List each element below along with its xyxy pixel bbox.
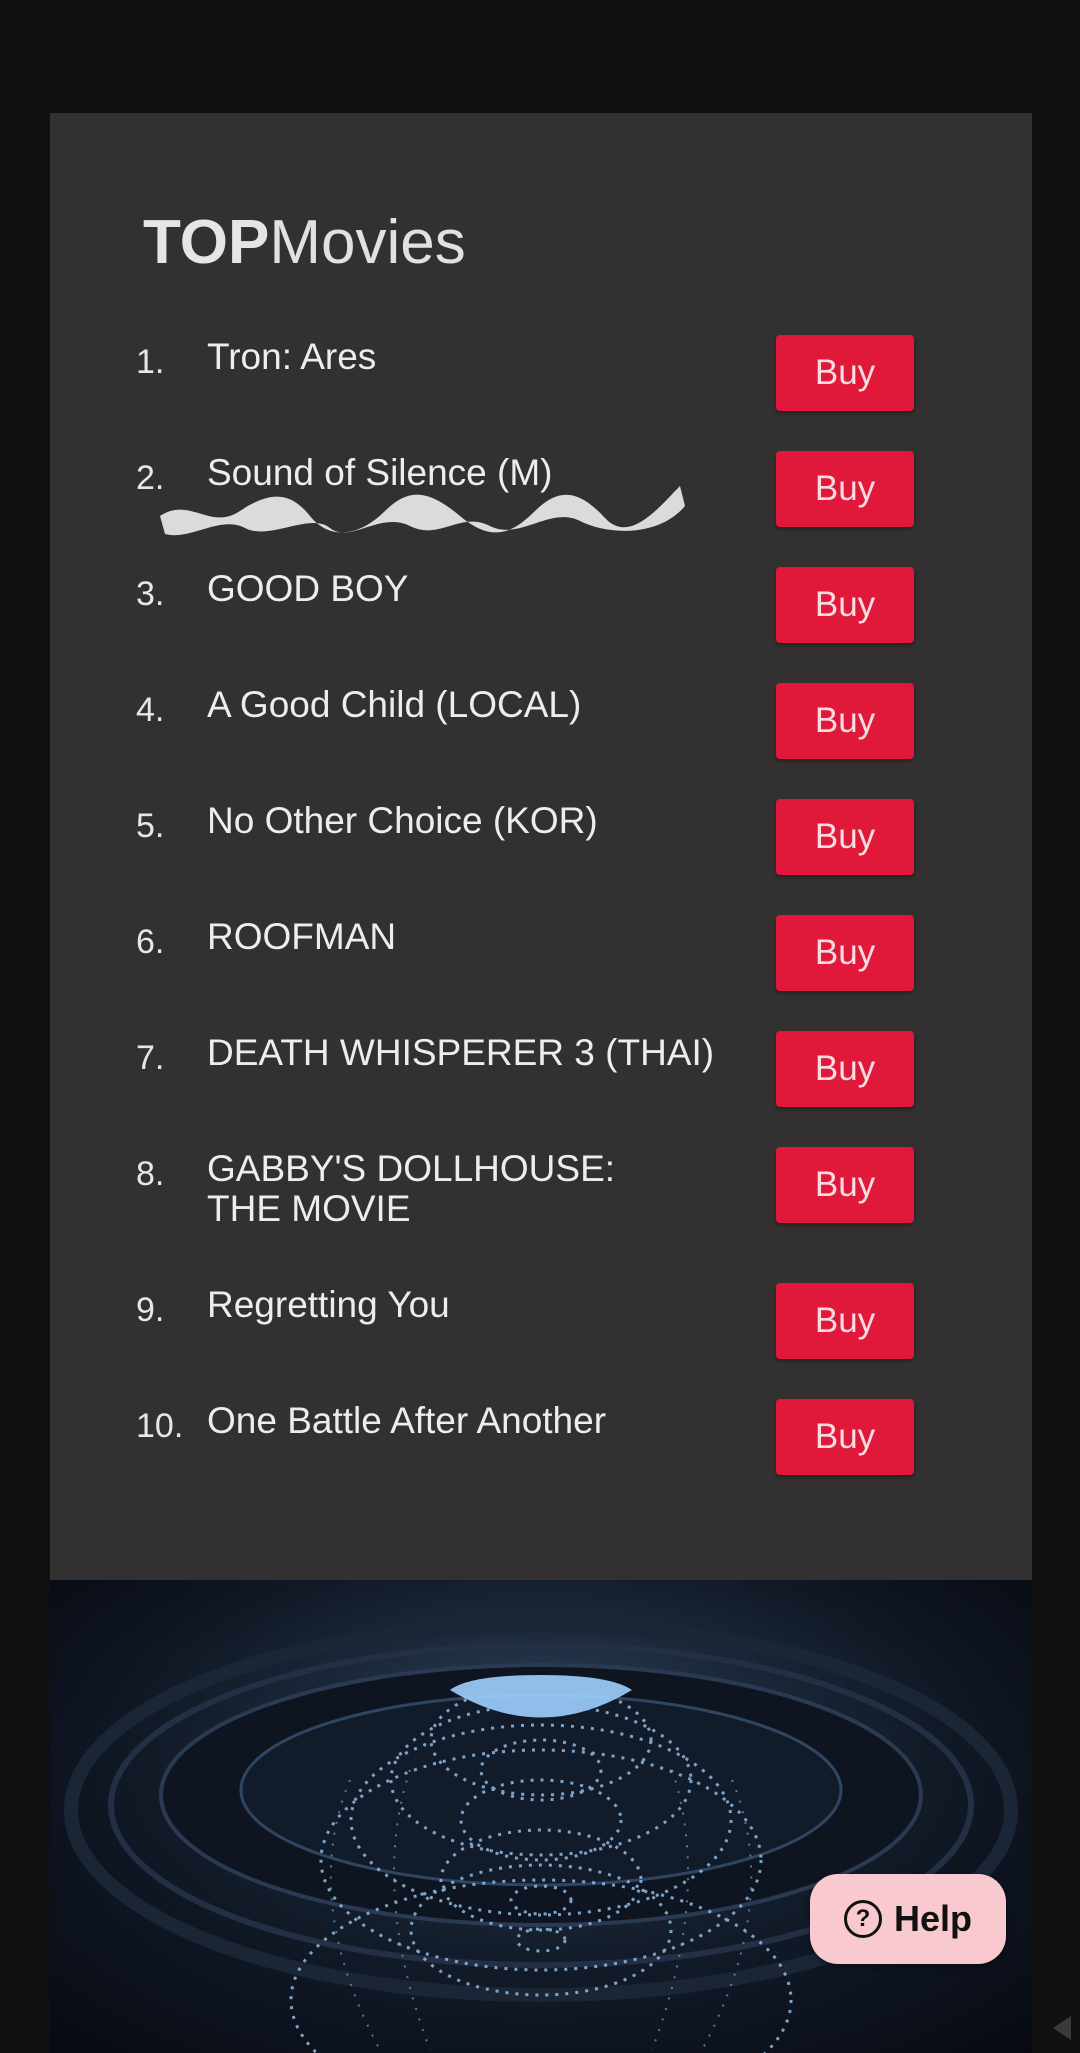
promo-banner-image: [50, 1580, 1032, 2053]
top-movies-panel: TOPMovies 1. Tron: Ares Buy 2. Sound of …: [50, 113, 1032, 1580]
buy-button-1[interactable]: Buy: [776, 335, 914, 411]
abstract-particle-graphic: [50, 1580, 1032, 2053]
buy-button-5[interactable]: Buy: [776, 799, 914, 875]
buy-button-9[interactable]: Buy: [776, 1283, 914, 1359]
help-label: Help: [893, 1898, 972, 1939]
movie-rank: 4.: [136, 691, 165, 729]
movie-rank: 6.: [136, 923, 165, 961]
buy-button-10[interactable]: Buy: [776, 1399, 914, 1475]
movie-title: Regretting You: [207, 1284, 450, 1325]
movie-title: GABBY'S DOLLHOUSE: THE MOVIE: [207, 1148, 616, 1229]
buy-button-3[interactable]: Buy: [776, 567, 914, 643]
title-light: Movies: [269, 208, 466, 277]
back-arrow-icon[interactable]: [1053, 2016, 1071, 2040]
movie-rank: 7.: [136, 1039, 165, 1077]
buy-button-8[interactable]: Buy: [776, 1147, 914, 1223]
movie-title: ROOFMAN: [207, 916, 397, 957]
movie-title: GOOD BOY: [207, 568, 409, 609]
movie-rank: 9.: [136, 1291, 165, 1329]
movie-title: No Other Choice (KOR): [207, 800, 598, 841]
question-circle-icon: ?: [843, 1900, 882, 1938]
movie-title: Tron: Ares: [207, 336, 377, 377]
buy-button-6[interactable]: Buy: [776, 915, 914, 991]
page: TOPMovies 1. Tron: Ares Buy 2. Sound of …: [0, 0, 1080, 2053]
movie-title: A Good Child (LOCAL): [207, 684, 582, 725]
movie-rank: 8.: [136, 1155, 165, 1193]
buy-button-7[interactable]: Buy: [776, 1031, 914, 1107]
movie-title: One Battle After Another: [207, 1400, 607, 1441]
movie-rank: 10.: [136, 1407, 184, 1445]
buy-button-4[interactable]: Buy: [776, 683, 914, 759]
title-bold: TOP: [143, 208, 270, 277]
movie-rank: 1.: [136, 343, 165, 381]
buy-button-2[interactable]: Buy: [776, 451, 914, 527]
movie-title: DEATH WHISPERER 3 (THAI): [207, 1032, 715, 1073]
redaction-scribble: [160, 486, 685, 536]
page-title: TOPMovies: [143, 208, 466, 278]
movie-rank: 3.: [136, 575, 165, 613]
help-button[interactable]: ? Help: [810, 1874, 1006, 1964]
movie-rank: 5.: [136, 807, 165, 845]
